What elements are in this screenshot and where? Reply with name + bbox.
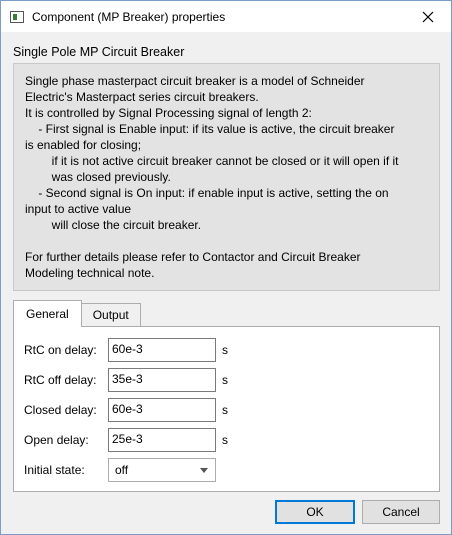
- open-delay-label: Open delay:: [24, 433, 89, 447]
- closed-delay-label: Closed delay:: [24, 403, 97, 417]
- tab-output[interactable]: Output: [80, 303, 141, 326]
- rtc-off-delay-unit: s: [222, 373, 228, 387]
- properties-dialog: Component (MP Breaker) properties Single…: [0, 0, 452, 535]
- ok-button[interactable]: OK: [275, 500, 355, 524]
- description-line: will close the circuit breaker.: [25, 218, 202, 232]
- open-delay-unit: s: [222, 433, 228, 447]
- description-line: was closed previously.: [25, 170, 171, 184]
- description-line: - First signal is Enable input: if its v…: [25, 122, 395, 136]
- close-button[interactable]: [405, 1, 451, 32]
- description-box: Single phase masterpact circuit breaker …: [13, 63, 440, 291]
- general-tab-panel: RtC on delay: 60e-3 s RtC off delay: 35e…: [13, 326, 440, 492]
- rtc-on-delay-input[interactable]: 60e-3: [108, 338, 216, 362]
- description-line: Single phase masterpact circuit breaker …: [25, 74, 365, 88]
- description-line: is enabled for closing;: [25, 138, 142, 152]
- rtc-on-delay-row: RtC on delay: 60e-3 s: [14, 338, 439, 362]
- rtc-off-delay-input[interactable]: 35e-3: [108, 368, 216, 392]
- closed-delay-unit: s: [222, 403, 228, 417]
- window-title: Component (MP Breaker) properties: [32, 10, 226, 24]
- rtc-off-delay-label: RtC off delay:: [24, 373, 97, 387]
- title-bar: Component (MP Breaker) properties: [1, 1, 451, 32]
- initial-state-label: Initial state:: [24, 463, 85, 477]
- rtc-on-delay-label: RtC on delay:: [24, 343, 97, 357]
- description-line: For further details please refer to Cont…: [25, 250, 361, 264]
- component-icon: [10, 11, 24, 23]
- description-line: - Second signal is On input: if enable i…: [25, 186, 389, 200]
- tab-general[interactable]: General: [13, 300, 82, 327]
- closed-delay-row: Closed delay: 60e-3 s: [14, 398, 439, 422]
- cancel-button[interactable]: Cancel: [362, 500, 440, 524]
- open-delay-input[interactable]: 25e-3: [108, 428, 216, 452]
- rtc-on-delay-unit: s: [222, 343, 228, 357]
- initial-state-value: off: [115, 463, 129, 477]
- initial-state-row: Initial state: off: [14, 458, 439, 482]
- initial-state-select[interactable]: off: [108, 458, 216, 482]
- description-line: [25, 233, 429, 249]
- description-line: Modeling technical note.: [25, 266, 155, 280]
- description-line: input to active value: [25, 202, 132, 216]
- description-line: if it is not active circuit breaker cann…: [25, 154, 399, 168]
- tab-bar: General Output: [13, 300, 141, 327]
- closed-delay-input[interactable]: 60e-3: [108, 398, 216, 422]
- close-icon: [422, 11, 434, 22]
- component-heading: Single Pole MP Circuit Breaker: [13, 45, 185, 59]
- description-line: Electric's Masterpact series circuit bre…: [25, 90, 259, 104]
- open-delay-row: Open delay: 25e-3 s: [14, 428, 439, 452]
- description-line: It is controlled by Signal Processing si…: [25, 106, 312, 120]
- chevron-down-icon: [200, 468, 208, 473]
- rtc-off-delay-row: RtC off delay: 35e-3 s: [14, 368, 439, 392]
